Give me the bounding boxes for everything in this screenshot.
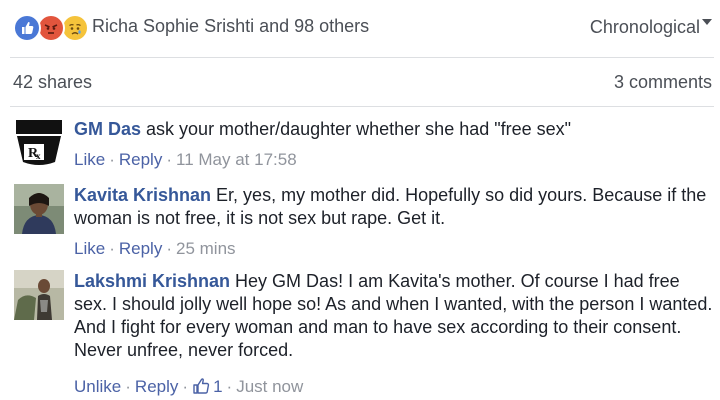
sort-selected-label: Chronological [589,17,700,37]
comments-count[interactable]: 3 comments [614,72,712,93]
divider [10,106,714,107]
stats-row: 42 shares 3 comments [0,58,720,108]
thumbs-up-icon[interactable] [192,377,210,400]
chevron-down-icon [702,19,712,25]
like-link[interactable]: Like [74,150,105,169]
avatar[interactable]: R x [14,118,64,168]
comment-actions: Unlike · Reply · 1 · Just now [74,377,303,400]
comment-sort-dropdown[interactable]: Chronological [590,17,712,38]
separator: · [109,150,115,169]
comment-item: Kavita Krishnan Er, yes, my mother did. … [0,184,720,264]
comment-item: Lakshmi Krishnan Hey GM Das! I am Kavita… [0,270,720,398]
comment-text: GM Das ask your mother/daughter whether … [74,118,714,141]
comment-text: Kavita Krishnan Er, yes, my mother did. … [74,184,714,230]
reaction-icons[interactable] [13,14,89,42]
reply-link[interactable]: Reply [119,239,162,258]
separator: · [109,239,115,258]
avatar[interactable] [14,270,64,320]
comment-actions: Like · Reply · 25 mins [74,239,236,259]
comment-item: R x GM Das ask your mother/daughter whet… [0,118,720,180]
comment-timestamp[interactable]: Just now [236,377,303,396]
comment-text: Lakshmi Krishnan Hey GM Das! I am Kavita… [74,270,714,362]
comment-like-count[interactable]: 1 [213,377,222,396]
svg-text:x: x [36,151,41,161]
reactor-names[interactable]: Richa Sophie Srishti and 98 others [92,16,369,37]
comment-timestamp[interactable]: 11 May at 17:58 [176,150,297,169]
separator: · [166,239,172,258]
reply-link[interactable]: Reply [135,377,178,396]
reply-link[interactable]: Reply [119,150,162,169]
comment-message: ask your mother/daughter whether she had… [141,119,572,139]
comment-actions: Like · Reply · 11 May at 17:58 [74,150,297,170]
avatar[interactable] [14,184,64,234]
comment-author[interactable]: Kavita Krishnan [74,185,211,205]
like-icon [13,14,41,42]
separator: · [125,377,131,396]
unlike-link[interactable]: Unlike [74,377,121,396]
sad-icon [61,14,89,42]
comment-timestamp[interactable]: 25 mins [176,239,236,258]
comment-author[interactable]: Lakshmi Krishnan [74,271,230,291]
comment-author[interactable]: GM Das [74,119,141,139]
angry-icon [37,14,65,42]
separator: · [182,377,189,396]
separator: · [226,377,233,396]
separator: · [166,150,172,169]
shares-count[interactable]: 42 shares [13,72,92,93]
like-link[interactable]: Like [74,239,105,258]
reactions-bar: Richa Sophie Srishti and 98 others Chron… [0,0,720,58]
